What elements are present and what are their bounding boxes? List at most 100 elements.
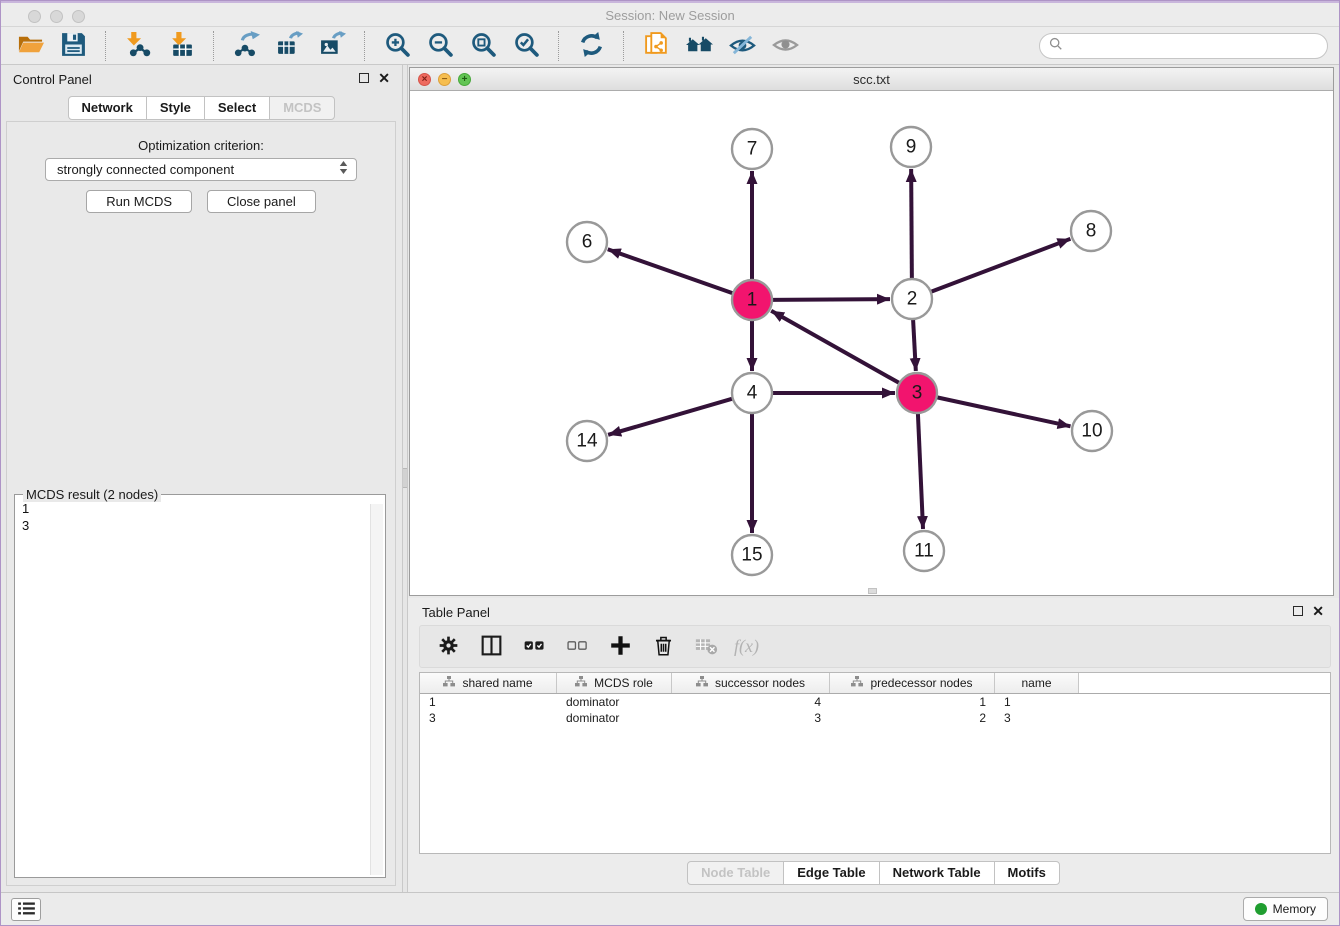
node-3[interactable]: 3	[897, 373, 937, 413]
edge-2-8[interactable]	[931, 239, 1071, 292]
cell-shared-name[interactable]: 3	[420, 710, 557, 726]
import-table-icon	[168, 31, 195, 61]
search-box[interactable]	[1039, 33, 1328, 59]
cell-MCDS-role[interactable]: dominator	[557, 694, 672, 710]
table-row[interactable]: 3dominator323	[420, 710, 1330, 726]
column-header-MCDS-role[interactable]: MCDS role	[557, 673, 672, 693]
edge-3-10[interactable]	[937, 397, 1071, 426]
memory-button[interactable]: Memory	[1243, 897, 1328, 921]
canvas-grip[interactable]	[868, 588, 877, 594]
network-overview-icon	[686, 31, 713, 61]
window-title: Session: New Session	[1, 8, 1339, 23]
node-14[interactable]: 14	[567, 421, 607, 461]
columns-button[interactable]	[476, 632, 506, 662]
import-network-button[interactable]	[119, 30, 157, 62]
cell-successor-nodes[interactable]: 3	[672, 710, 830, 726]
zoom-in-button[interactable]	[378, 30, 416, 62]
network-overview-button[interactable]	[680, 30, 718, 62]
toolbar-separator	[364, 31, 365, 61]
close-table-panel-icon[interactable]: ✕	[1312, 605, 1324, 617]
close-panel-icon[interactable]: ✕	[378, 72, 390, 84]
node-2[interactable]: 2	[892, 279, 932, 319]
main-area: Control Panel ✕ NetworkStyleSelectMCDS O…	[1, 65, 1339, 894]
node-15[interactable]: 15	[732, 535, 772, 575]
cell-name[interactable]: 3	[995, 710, 1079, 726]
export-image-button[interactable]	[313, 30, 351, 62]
cell-successor-nodes[interactable]: 4	[672, 694, 830, 710]
node-4[interactable]: 4	[732, 373, 772, 413]
column-header-name[interactable]: name	[995, 673, 1079, 693]
apply-preferred-layout-button[interactable]	[572, 30, 610, 62]
task-history-button[interactable]	[11, 898, 41, 921]
select-all-checkboxes-button[interactable]	[519, 632, 549, 662]
deselect-all-checkboxes-icon	[566, 634, 589, 660]
table-header-row: shared nameMCDS rolesuccessor nodesprede…	[420, 673, 1330, 694]
node-7[interactable]: 7	[732, 129, 772, 169]
export-table-button[interactable]	[270, 30, 308, 62]
tab-mcds[interactable]: MCDS	[269, 96, 335, 120]
splitter-grip[interactable]	[403, 468, 407, 488]
svg-text:3: 3	[912, 383, 923, 404]
save-session-button[interactable]	[54, 30, 92, 62]
open-file-button[interactable]	[11, 30, 49, 62]
node-table: shared nameMCDS rolesuccessor nodesprede…	[419, 672, 1331, 854]
svg-text:7: 7	[747, 139, 758, 160]
tab-select[interactable]: Select	[204, 96, 270, 120]
svg-text:15: 15	[741, 545, 762, 566]
import-table-button[interactable]	[162, 30, 200, 62]
result-scrollbar[interactable]	[370, 504, 383, 875]
edge-2-3[interactable]	[913, 319, 916, 371]
float-panel-icon[interactable]	[359, 73, 369, 83]
node-10[interactable]: 10	[1072, 411, 1112, 451]
copy-network-style-button[interactable]	[637, 30, 675, 62]
edge-4-14[interactable]	[608, 399, 733, 435]
criterion-dropdown[interactable]: strongly connected component	[45, 158, 357, 181]
column-header-successor-nodes[interactable]: successor nodes	[672, 673, 830, 693]
cell-MCDS-role[interactable]: dominator	[557, 710, 672, 726]
zoom-out-button[interactable]	[421, 30, 459, 62]
node-6[interactable]: 6	[567, 222, 607, 262]
zoom-selected-button[interactable]	[507, 30, 545, 62]
table-tab-network-table[interactable]: Network Table	[879, 861, 995, 885]
function-builder-button: f(x)	[734, 636, 759, 657]
table-tab-motifs[interactable]: Motifs	[994, 861, 1060, 885]
edge-1-2[interactable]	[772, 299, 890, 300]
network-canvas[interactable]: 7 9 6 8 1 2 4 3 14 10 15 11	[410, 91, 1333, 595]
hide-selected-button[interactable]	[723, 30, 761, 62]
tab-network[interactable]: Network	[68, 96, 147, 120]
table-tab-edge-table[interactable]: Edge Table	[783, 861, 879, 885]
deselect-all-checkboxes-button[interactable]	[562, 632, 592, 662]
node-9[interactable]: 9	[891, 127, 931, 167]
edge-3-11[interactable]	[918, 413, 923, 529]
node-1[interactable]: 1	[732, 280, 772, 320]
delete-table-button	[691, 632, 721, 662]
node-8[interactable]: 8	[1071, 211, 1111, 251]
table-row[interactable]: 1dominator411	[420, 694, 1330, 710]
table-toolbar: f(x)	[419, 625, 1331, 668]
edge-2-9[interactable]	[911, 169, 912, 279]
toolbar-separator	[558, 31, 559, 61]
settings-button[interactable]	[433, 632, 463, 662]
cell-predecessor-nodes[interactable]: 2	[830, 710, 995, 726]
svg-text:8: 8	[1086, 221, 1097, 242]
table-tab-node-table[interactable]: Node Table	[687, 861, 784, 885]
add-row-button[interactable]	[605, 632, 635, 662]
cell-shared-name[interactable]: 1	[420, 694, 557, 710]
zoom-fit-button[interactable]	[464, 30, 502, 62]
edge-3-1[interactable]	[771, 311, 899, 383]
node-11[interactable]: 11	[904, 531, 944, 571]
show-all-button[interactable]	[766, 30, 804, 62]
float-table-panel-icon[interactable]	[1293, 606, 1303, 616]
column-header-predecessor-nodes[interactable]: predecessor nodes	[830, 673, 995, 693]
run-mcds-button[interactable]: Run MCDS	[86, 190, 192, 213]
edge-1-6[interactable]	[608, 249, 733, 293]
cell-name[interactable]: 1	[995, 694, 1079, 710]
cell-predecessor-nodes[interactable]: 1	[830, 694, 995, 710]
close-panel-button[interactable]: Close panel	[207, 190, 316, 213]
export-network-button[interactable]	[227, 30, 265, 62]
tab-style[interactable]: Style	[146, 96, 205, 120]
delete-row-icon	[652, 634, 675, 660]
search-input[interactable]	[1067, 36, 1327, 56]
column-header-shared-name[interactable]: shared name	[420, 673, 557, 693]
delete-row-button[interactable]	[648, 632, 678, 662]
